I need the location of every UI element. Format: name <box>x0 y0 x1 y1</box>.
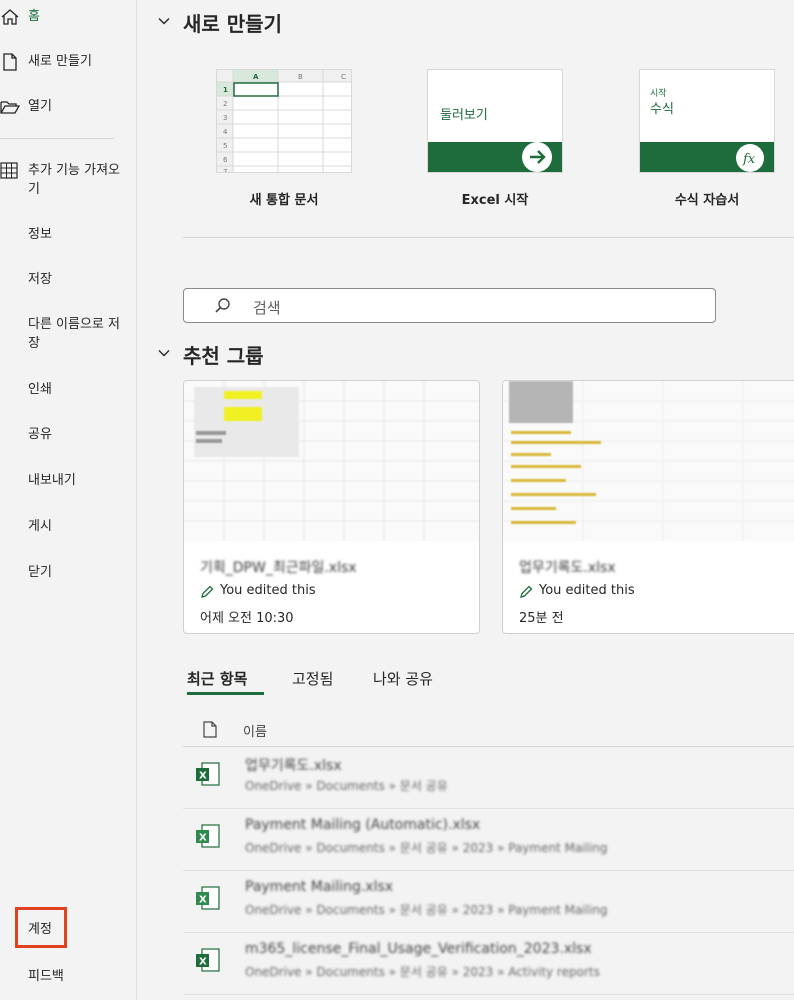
file-name: Payment Mailing.xlsx <box>245 879 394 895</box>
svg-text:X: X <box>199 833 207 844</box>
file-name: 업무기록도.xlsx <box>245 758 342 774</box>
file-row[interactable]: X Payment Mailing.xlsx OneDrive » Docume… <box>183 871 794 933</box>
sidebar-item-label: 추가 기능 가져오기 <box>28 163 120 197</box>
sidebar-item-label: 정보 <box>28 227 52 242</box>
card-preview-thumbnail <box>503 381 794 541</box>
pencil-icon <box>520 585 533 598</box>
card-time: 어제 오전 10:30 <box>200 611 294 626</box>
sidebar-item-label: 게시 <box>28 519 52 534</box>
file-path: OneDrive » Documents » 문서 공유 » 2023 » Pa… <box>245 841 608 855</box>
card-activity-text: You edited this <box>539 583 635 598</box>
search-icon <box>215 298 230 313</box>
new-document-icon <box>3 53 17 71</box>
tab-recent[interactable]: 최근 항목 <box>187 668 247 689</box>
file-path: OneDrive » Documents » 문서 공유 <box>245 779 448 793</box>
svg-text:4: 4 <box>223 128 228 136</box>
pencil-icon <box>201 585 214 598</box>
svg-text:5: 5 <box>223 142 227 150</box>
svg-text:3: 3 <box>223 114 227 122</box>
tab-shared[interactable]: 나와 공유 <box>373 668 433 689</box>
thumbnail-text: 수식 <box>650 102 674 117</box>
folder-open-icon <box>0 101 20 114</box>
svg-text:1: 1 <box>223 86 228 94</box>
spreadsheet-preview-image <box>184 381 479 541</box>
sidebar-item-label: 공유 <box>28 427 52 442</box>
card-time: 25분 전 <box>519 611 564 626</box>
arrow-right-icon <box>522 142 552 172</box>
sidebar-item-label: 닫기 <box>28 565 52 580</box>
sidebar-divider <box>0 138 114 139</box>
sidebar-item-label: 저장 <box>28 272 52 287</box>
chevron-down-icon[interactable] <box>157 346 171 360</box>
spreadsheet-grid-icon: A B C 1 2 3 4 5 6 7 <box>217 70 351 173</box>
template-thumbnail: A B C 1 2 3 4 5 6 7 <box>216 69 352 173</box>
excel-file-icon: X <box>196 886 220 910</box>
svg-text:6: 6 <box>223 156 228 164</box>
file-row[interactable]: X m365_license_Final_Usage_Verification_… <box>183 933 794 995</box>
function-fx-icon: fx <box>736 144 764 172</box>
document-preview-image <box>503 381 794 541</box>
backstage-sidebar: 홈 새로 만들기 열기 추가 기능 가져오기 정보 저장 다른 이름으로 저장 … <box>0 0 137 1000</box>
sidebar-item-label: 피드백 <box>28 969 64 984</box>
recommended-section-title: 추천 그룹 <box>183 344 264 368</box>
excel-file-icon: X <box>196 762 220 786</box>
search-placeholder: 검색 <box>253 299 281 317</box>
search-input[interactable]: 검색 <box>183 288 716 323</box>
addins-grid-icon <box>0 162 18 179</box>
sidebar-item-label: 열기 <box>28 99 52 114</box>
chevron-down-icon[interactable] <box>157 14 171 28</box>
template-caption: 새 통합 문서 <box>249 193 319 208</box>
section-divider <box>183 237 794 238</box>
file-list-header: 이름 <box>183 714 794 747</box>
sidebar-item-label: 내보내기 <box>28 473 76 488</box>
file-row[interactable]: X 업무기록도.xlsx OneDrive » Documents » 문서 공… <box>183 747 794 809</box>
card-preview-thumbnail <box>184 381 479 541</box>
template-thumbnail: 시작 수식 fx <box>639 69 775 173</box>
card-title: 기획_DPW_최근파일.xlsx <box>200 560 357 576</box>
card-activity-text: You edited this <box>220 583 316 598</box>
svg-text:7: 7 <box>223 168 227 173</box>
recommended-card[interactable]: 업무기록도.xlsx You edited this 25분 전 <box>502 380 794 634</box>
file-path: OneDrive » Documents » 문서 공유 » 2023 » Pa… <box>245 903 608 917</box>
tab-pinned[interactable]: 고정됨 <box>292 668 333 689</box>
recommended-card[interactable]: 기획_DPW_최근파일.xlsx You edited this 어제 오전 1… <box>183 380 480 634</box>
template-thumbnail: 둘러보기 <box>427 69 563 173</box>
svg-text:X: X <box>199 957 207 968</box>
main-content: 새로 만들기 A B C 1 2 3 4 5 6 7 새 통합 문서 둘러보기 Exce… <box>137 0 794 1000</box>
svg-text:A: A <box>253 73 259 81</box>
sidebar-item-label: 인쇄 <box>28 382 52 397</box>
svg-text:fx: fx <box>742 152 756 167</box>
file-type-icon <box>203 721 217 738</box>
template-caption: Excel 시작 <box>461 193 529 208</box>
card-title: 업무기록도.xlsx <box>519 560 616 576</box>
home-icon <box>1 9 19 25</box>
sidebar-item-label: 다른 이름으로 저장 <box>28 317 120 351</box>
sidebar-item-label: 새로 만들기 <box>28 54 92 69</box>
svg-text:B: B <box>298 73 303 81</box>
active-tab-indicator <box>187 692 264 695</box>
svg-text:X: X <box>199 895 207 906</box>
svg-text:2: 2 <box>223 100 227 108</box>
account-highlight-box <box>15 907 67 948</box>
column-name-header[interactable]: 이름 <box>243 721 267 740</box>
excel-file-icon: X <box>196 824 220 848</box>
template-caption: 수식 자습서 <box>674 193 740 208</box>
sidebar-item-label: 홈 <box>28 9 40 24</box>
svg-text:C: C <box>341 73 346 81</box>
thumbnail-text: 둘러보기 <box>440 108 488 123</box>
file-path: OneDrive » Documents » 문서 공유 » 2023 » Ac… <box>245 965 600 979</box>
file-row[interactable]: X Payment Mailing (Automatic).xlsx OneDr… <box>183 809 794 871</box>
svg-text:X: X <box>199 771 207 782</box>
new-section-title: 새로 만들기 <box>183 12 282 36</box>
excel-file-icon: X <box>196 948 220 972</box>
file-name: Payment Mailing (Automatic).xlsx <box>245 817 481 833</box>
file-name: m365_license_Final_Usage_Verification_20… <box>245 941 592 957</box>
